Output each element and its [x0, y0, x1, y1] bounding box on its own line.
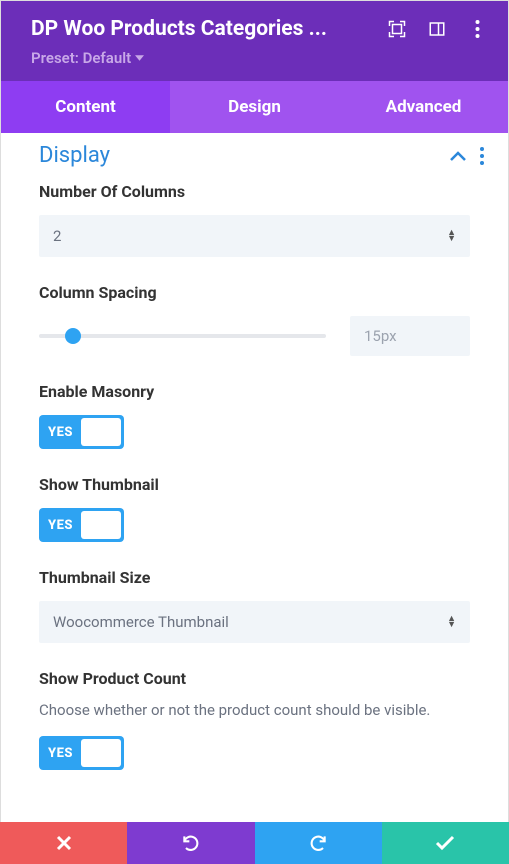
- tab-design[interactable]: Design: [170, 81, 339, 133]
- columns-select[interactable]: 2 ▲▼: [39, 215, 470, 257]
- field-thumbnail: Show Thumbnail YES: [39, 475, 470, 542]
- module-header: DP Woo Products Categories ... Preset: D…: [1, 1, 508, 81]
- check-icon: [435, 835, 455, 851]
- field-thumbsize: Thumbnail Size Woocommerce Thumbnail ▲▼: [39, 568, 470, 643]
- thumbnail-label: Show Thumbnail: [39, 475, 470, 494]
- thumbsize-value: Woocommerce Thumbnail: [53, 613, 229, 631]
- content-panel: Number Of Columns 2 ▲▼ Column Spacing 15…: [1, 174, 508, 810]
- toggle-knob: [81, 739, 121, 767]
- select-arrows-icon: ▲▼: [447, 616, 456, 628]
- spacing-value[interactable]: 15px: [350, 316, 470, 356]
- undo-icon: [181, 833, 201, 853]
- spacing-slider[interactable]: [39, 334, 326, 338]
- tab-content[interactable]: Content: [1, 81, 170, 133]
- prodcount-label: Show Product Count: [39, 669, 470, 688]
- toggle-yes-label: YES: [48, 518, 73, 533]
- section-title: Display: [39, 143, 110, 168]
- module-title: DP Woo Products Categories ...: [31, 17, 380, 41]
- toggle-yes-label: YES: [48, 425, 73, 440]
- kebab-menu-icon[interactable]: [468, 20, 486, 38]
- toggle-knob: [81, 511, 121, 539]
- toggle-knob: [81, 418, 121, 446]
- spacing-label: Column Spacing: [39, 283, 470, 302]
- thumbsize-label: Thumbnail Size: [39, 568, 470, 587]
- select-arrows-icon: ▲▼: [447, 230, 456, 242]
- chevron-down-icon: [135, 55, 144, 61]
- panel-icon[interactable]: [428, 20, 446, 38]
- close-button[interactable]: [0, 822, 127, 864]
- thumbnail-toggle[interactable]: YES: [39, 508, 124, 542]
- field-prodcount: Show Product Count Choose whether or not…: [39, 669, 470, 770]
- section-header[interactable]: Display: [1, 133, 508, 174]
- toggle-yes-label: YES: [48, 746, 73, 761]
- preset-label: Preset: Default: [31, 49, 131, 67]
- masonry-label: Enable Masonry: [39, 382, 470, 401]
- expand-icon[interactable]: [388, 20, 406, 38]
- save-button[interactable]: [382, 822, 509, 864]
- chevron-up-icon[interactable]: [450, 151, 466, 161]
- tabs: Content Design Advanced: [1, 81, 508, 133]
- section-kebab-icon[interactable]: [480, 147, 484, 165]
- field-columns: Number Of Columns 2 ▲▼: [39, 182, 470, 257]
- redo-button[interactable]: [255, 822, 382, 864]
- columns-value: 2: [53, 227, 61, 245]
- columns-label: Number Of Columns: [39, 182, 470, 201]
- masonry-toggle[interactable]: YES: [39, 415, 124, 449]
- tab-advanced[interactable]: Advanced: [339, 81, 508, 133]
- prodcount-help: Choose whether or not the product count …: [39, 698, 470, 722]
- prodcount-toggle[interactable]: YES: [39, 736, 124, 770]
- field-spacing: Column Spacing 15px: [39, 283, 470, 356]
- footer-actions: [0, 822, 509, 864]
- close-icon: [56, 835, 72, 851]
- thumbsize-select[interactable]: Woocommerce Thumbnail ▲▼: [39, 601, 470, 643]
- preset-dropdown[interactable]: Preset: Default: [31, 49, 486, 67]
- field-masonry: Enable Masonry YES: [39, 382, 470, 449]
- redo-icon: [308, 833, 328, 853]
- undo-button[interactable]: [127, 822, 254, 864]
- slider-thumb[interactable]: [65, 328, 81, 344]
